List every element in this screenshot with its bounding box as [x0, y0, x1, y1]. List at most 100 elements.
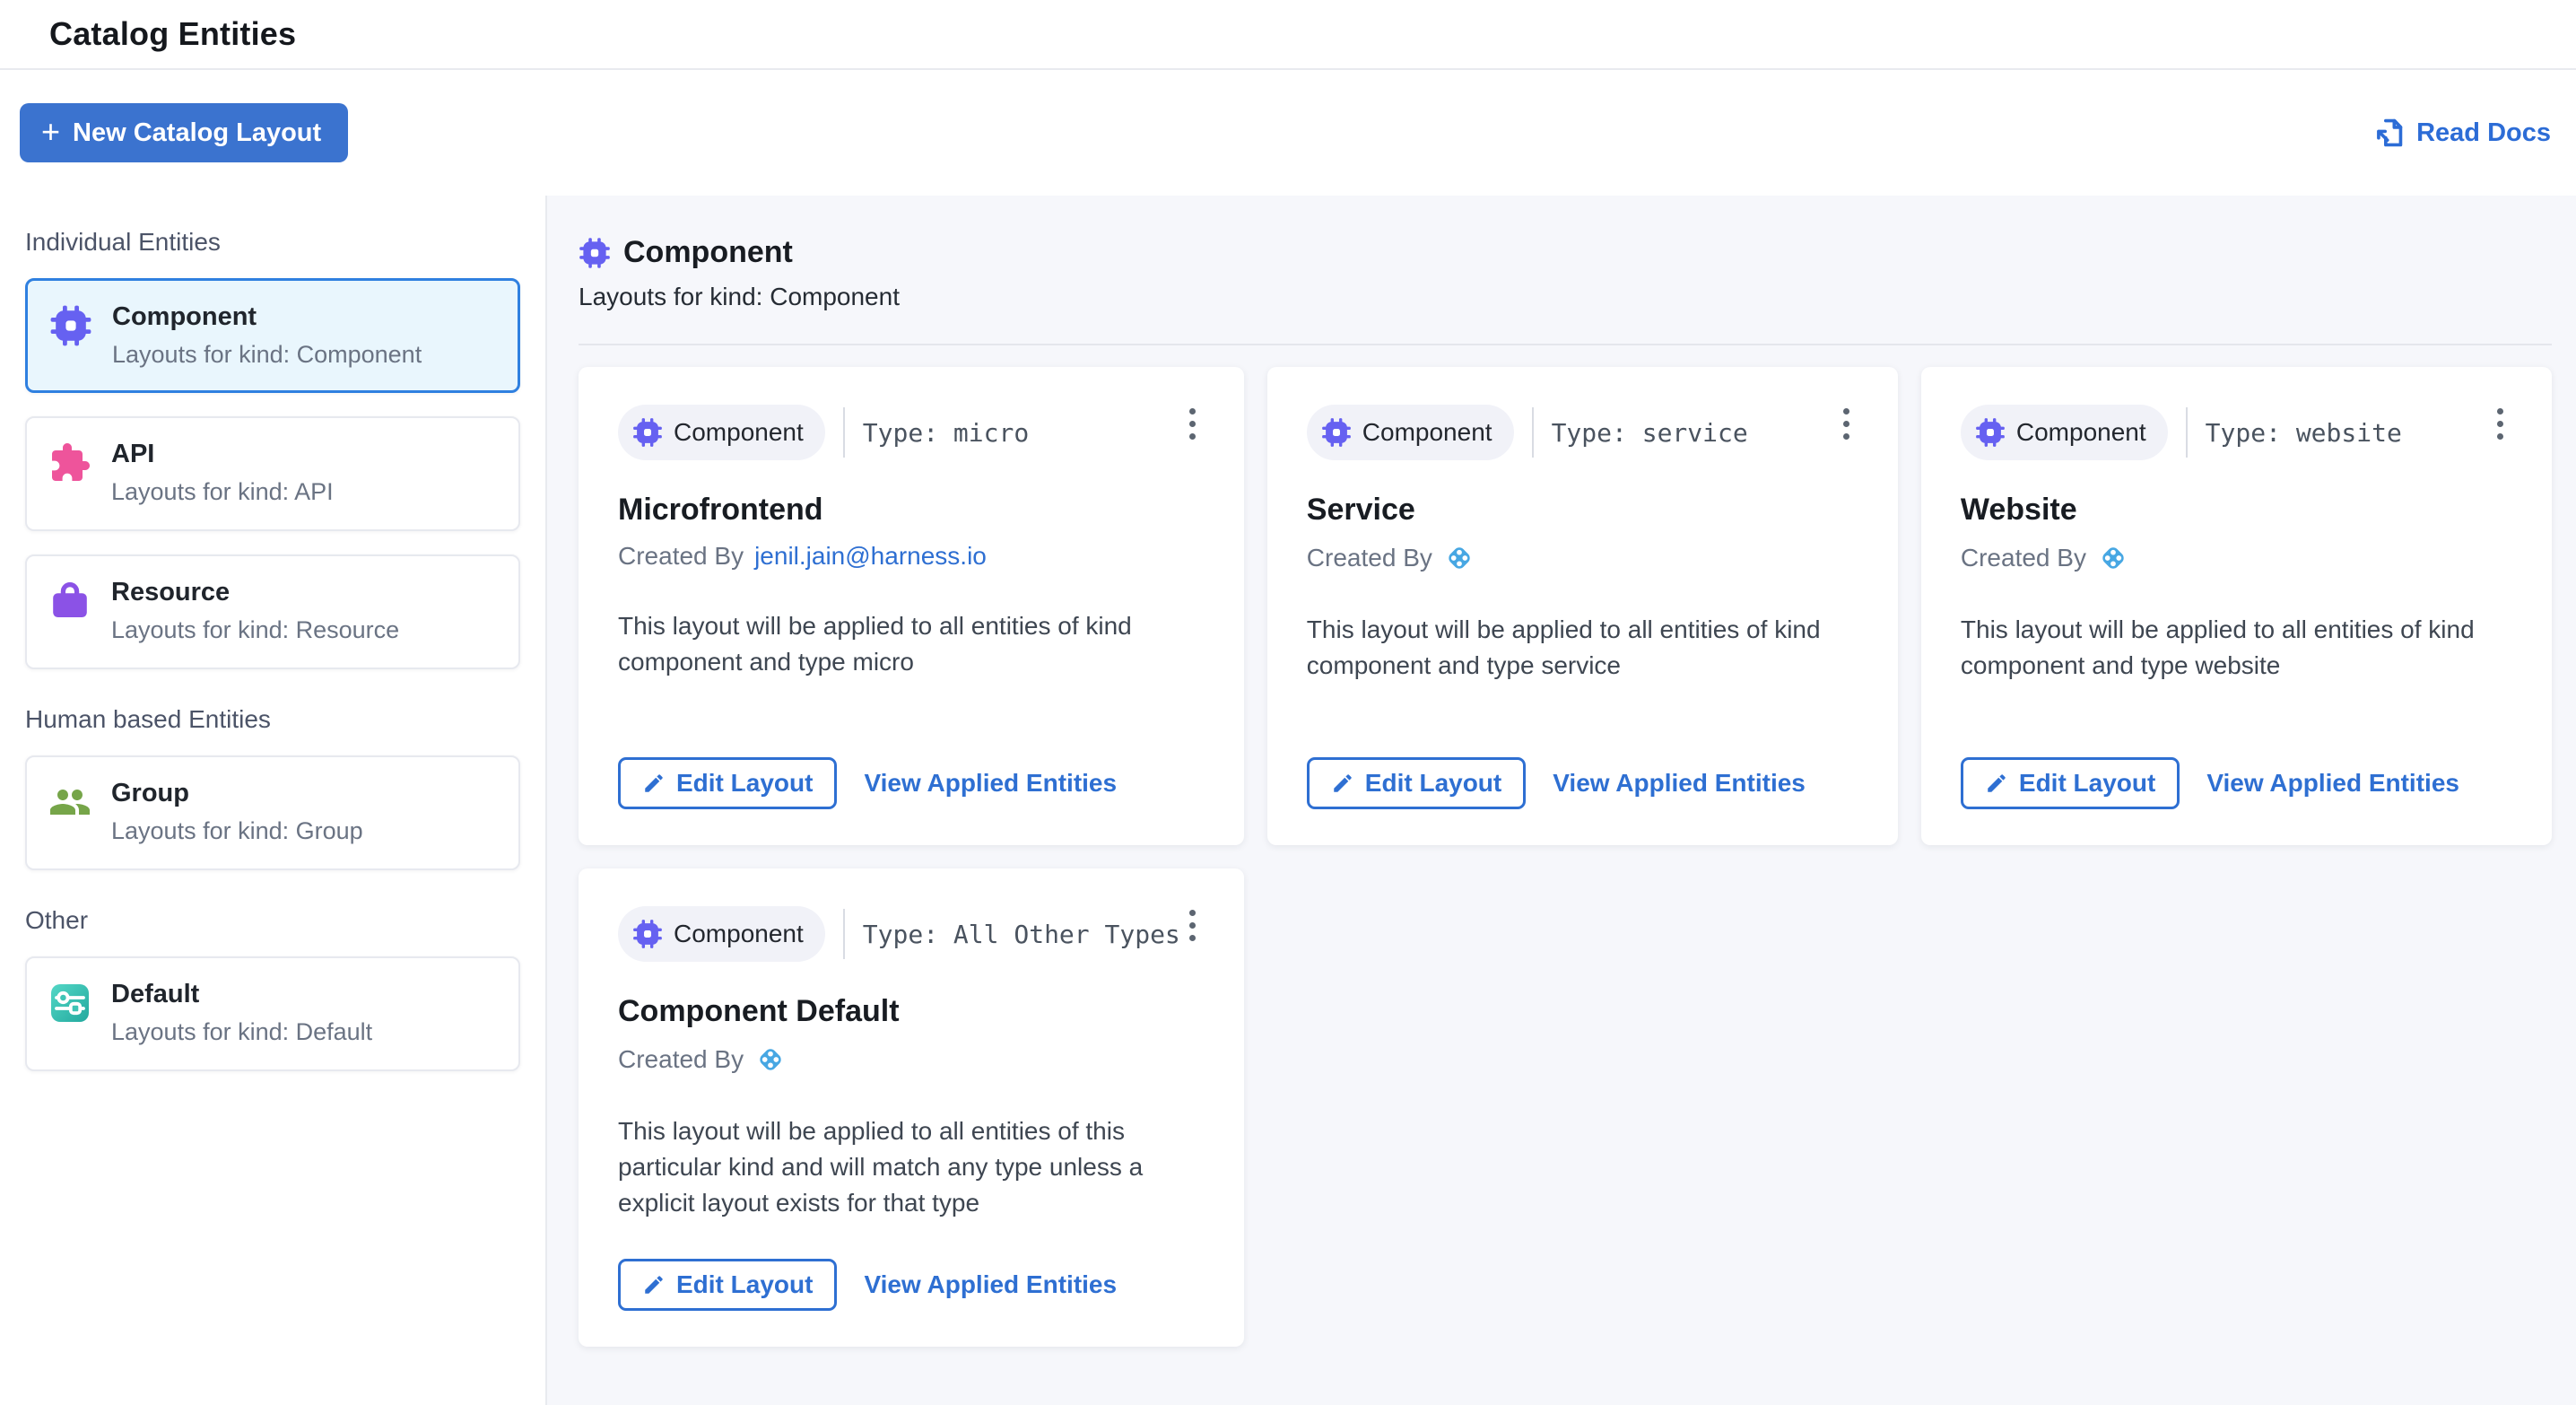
briefcase-icon [48, 580, 91, 623]
read-docs-label: Read Docs [2416, 118, 2551, 148]
kind-badge-label: Component [674, 920, 804, 948]
people-icon [48, 781, 91, 824]
divider [843, 407, 845, 458]
page-title: Catalog Entities [49, 15, 296, 53]
kind-badge: Component [1307, 405, 1514, 460]
sidebar-item-title: Default [111, 980, 372, 1009]
page-header: Catalog Entities [0, 0, 2576, 70]
section-heading-human: Human based Entities [25, 705, 520, 734]
sidebar-item-title: Group [111, 779, 363, 808]
toolbar: + New Catalog Layout Read Docs [0, 70, 2576, 196]
puzzle-icon [48, 441, 91, 484]
sidebar-item-title: Resource [111, 578, 399, 607]
section-heading-other: Other [25, 906, 520, 935]
kind-badge-label: Component [674, 418, 804, 447]
card-description: This layout will be applied to all entit… [1307, 612, 1858, 684]
kebab-menu-button[interactable] [1180, 903, 1205, 948]
chip-icon [1975, 417, 2006, 448]
section-heading-individual: Individual Entities [25, 228, 520, 257]
read-docs-icon [2371, 116, 2406, 150]
sidebar-item-component[interactable]: Component Layouts for kind: Component [25, 278, 520, 393]
edit-layout-label: Edit Layout [676, 769, 813, 798]
entity-kind-sidebar: Individual Entities Component Layouts fo… [0, 196, 547, 1405]
sidebar-item-subtitle: Layouts for kind: Component [112, 341, 422, 369]
type-text: Type: website [2206, 418, 2402, 448]
divider [843, 909, 845, 959]
view-applied-entities-link[interactable]: View Applied Entities [864, 1270, 1117, 1299]
view-applied-entities-link[interactable]: View Applied Entities [1553, 769, 1806, 798]
chip-icon [49, 304, 92, 347]
harness-logo-icon [1443, 542, 1475, 574]
divider [2186, 407, 2188, 458]
divider [579, 344, 2552, 345]
kebab-menu-button[interactable] [2488, 401, 2512, 447]
sidebar-item-subtitle: Layouts for kind: API [111, 478, 334, 506]
sidebar-item-title: Component [112, 302, 422, 332]
edit-layout-label: Edit Layout [2019, 769, 2155, 798]
card-title: Component Default [618, 994, 1205, 1029]
sidebar-item-title: API [111, 440, 334, 469]
edit-layout-button[interactable]: Edit Layout [618, 757, 837, 809]
harness-logo-icon [754, 1043, 787, 1076]
sidebar-item-resource[interactable]: Resource Layouts for kind: Resource [25, 554, 520, 669]
card-title: Microfrontend [618, 493, 1205, 528]
kebab-menu-button[interactable] [1180, 401, 1205, 447]
pencil-icon [642, 1273, 666, 1296]
layout-card-website: Component Type: website Website Created … [1921, 367, 2552, 845]
sidebar-item-subtitle: Layouts for kind: Resource [111, 616, 399, 644]
created-by-label: Created By [618, 1045, 744, 1074]
type-text: Type: All Other Types [863, 920, 1180, 949]
edit-layout-button[interactable]: Edit Layout [1307, 757, 1526, 809]
kind-badge-label: Component [1362, 418, 1493, 447]
kind-badge: Component [618, 405, 825, 460]
catalog-entities-page: Catalog Entities + New Catalog Layout Re… [0, 0, 2576, 1405]
kind-badge-label: Component [2016, 418, 2146, 447]
layout-card-service: Component Type: service Service Created … [1267, 367, 1898, 845]
type-text: Type: service [1552, 418, 1748, 448]
pencil-icon [1331, 772, 1354, 795]
chip-icon [1321, 417, 1352, 448]
chip-icon [632, 919, 663, 949]
created-by-label: Created By [618, 542, 744, 571]
kind-chip-icon [579, 237, 611, 269]
layouts-main-panel: Component Layouts for kind: Component Co… [547, 196, 2576, 1405]
edit-layout-button[interactable]: Edit Layout [618, 1259, 837, 1311]
layout-cards-grid: Component Type: micro Microfrontend Crea… [579, 367, 2552, 1347]
edit-layout-button[interactable]: Edit Layout [1961, 757, 2180, 809]
main-subtitle: Layouts for kind: Component [579, 283, 2552, 311]
pipeline-sliders-icon [48, 982, 91, 1025]
created-by-label: Created By [1307, 544, 1432, 572]
pencil-icon [1985, 772, 2008, 795]
pencil-icon [642, 772, 666, 795]
created-by-label: Created By [1961, 544, 2086, 572]
kind-badge: Component [1961, 405, 2168, 460]
card-title: Service [1307, 493, 1858, 528]
layout-card-component-default: Component Type: All Other Types Componen… [579, 868, 1244, 1347]
kebab-menu-button[interactable] [1834, 401, 1858, 447]
view-applied-entities-link[interactable]: View Applied Entities [864, 769, 1117, 798]
sidebar-item-subtitle: Layouts for kind: Default [111, 1018, 372, 1046]
edit-layout-label: Edit Layout [676, 1270, 813, 1299]
new-catalog-layout-button[interactable]: + New Catalog Layout [20, 103, 348, 162]
card-description: This layout will be applied to all entit… [1961, 612, 2512, 684]
created-by-link[interactable]: jenil.jain@harness.io [754, 542, 987, 571]
main-title: Component [623, 235, 793, 270]
card-title: Website [1961, 493, 2512, 528]
new-catalog-layout-label: New Catalog Layout [73, 118, 321, 148]
view-applied-entities-link[interactable]: View Applied Entities [2206, 769, 2459, 798]
sidebar-item-group[interactable]: Group Layouts for kind: Group [25, 755, 520, 870]
sidebar-item-subtitle: Layouts for kind: Group [111, 817, 363, 845]
harness-logo-icon [2097, 542, 2129, 574]
sidebar-item-api[interactable]: API Layouts for kind: API [25, 416, 520, 531]
plus-icon: + [41, 116, 60, 148]
chip-icon [632, 417, 663, 448]
type-text: Type: micro [863, 418, 1029, 448]
sidebar-item-default[interactable]: Default Layouts for kind: Default [25, 956, 520, 1071]
kind-badge: Component [618, 906, 825, 962]
layout-card-microfrontend: Component Type: micro Microfrontend Crea… [579, 367, 1244, 845]
read-docs-link[interactable]: Read Docs [2371, 116, 2551, 150]
card-description: This layout will be applied to all entit… [618, 1113, 1174, 1221]
edit-layout-label: Edit Layout [1365, 769, 1501, 798]
divider [1532, 407, 1534, 458]
card-description: This layout will be applied to all entit… [618, 608, 1174, 680]
